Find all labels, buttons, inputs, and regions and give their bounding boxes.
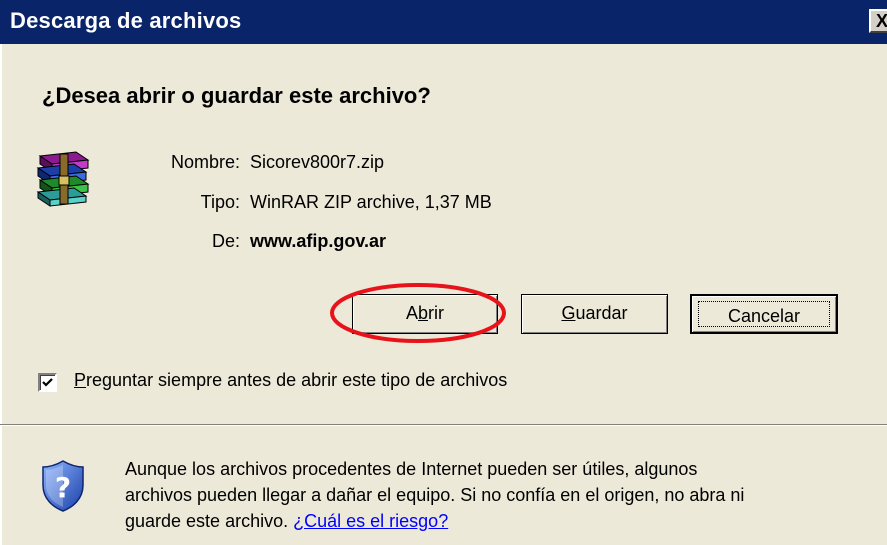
dialog-separator <box>0 424 887 426</box>
security-shield-question-icon: ? <box>42 460 84 512</box>
save-button[interactable]: Guardar <box>521 294 668 334</box>
file-download-dialog: Descarga de archivos X ¿Desea abrir o gu… <box>0 0 887 545</box>
always-ask-label: Preguntar siempre antes de abrir este ti… <box>74 370 508 390</box>
risk-link[interactable]: ¿Cuál es el riesgo? <box>293 511 448 531</box>
window-title: Descarga de archivos <box>10 8 242 33</box>
dialog-question: ¿Desea abrir o guardar este archivo? <box>42 83 431 108</box>
file-type-value: WinRAR ZIP archive, 1,37 MB <box>250 192 492 212</box>
file-name-value: Sicorev800r7.zip <box>250 152 385 172</box>
checkmark-icon <box>42 378 53 387</box>
window-border <box>0 44 2 545</box>
always-ask-checkbox[interactable] <box>38 373 57 392</box>
title-bar[interactable]: Descarga de archivos X <box>0 0 887 44</box>
close-button[interactable]: X <box>869 9 887 33</box>
file-name-label: Nombre: <box>170 152 240 172</box>
save-button-label: Guardar <box>561 303 628 323</box>
svg-text:?: ? <box>55 471 71 504</box>
cancel-button-label: Cancelar <box>698 301 830 327</box>
winrar-archive-icon <box>36 151 90 207</box>
open-button-label: Abrir <box>405 303 445 323</box>
open-button[interactable]: Abrir <box>352 294 498 334</box>
security-warning: Aunque los archivos procedentes de Inter… <box>125 456 765 534</box>
cancel-button[interactable]: Cancelar <box>690 294 838 334</box>
file-source-label: De: <box>211 231 240 251</box>
file-type-label: Tipo: <box>200 192 240 212</box>
file-source-value: www.afip.gov.ar <box>250 231 387 251</box>
